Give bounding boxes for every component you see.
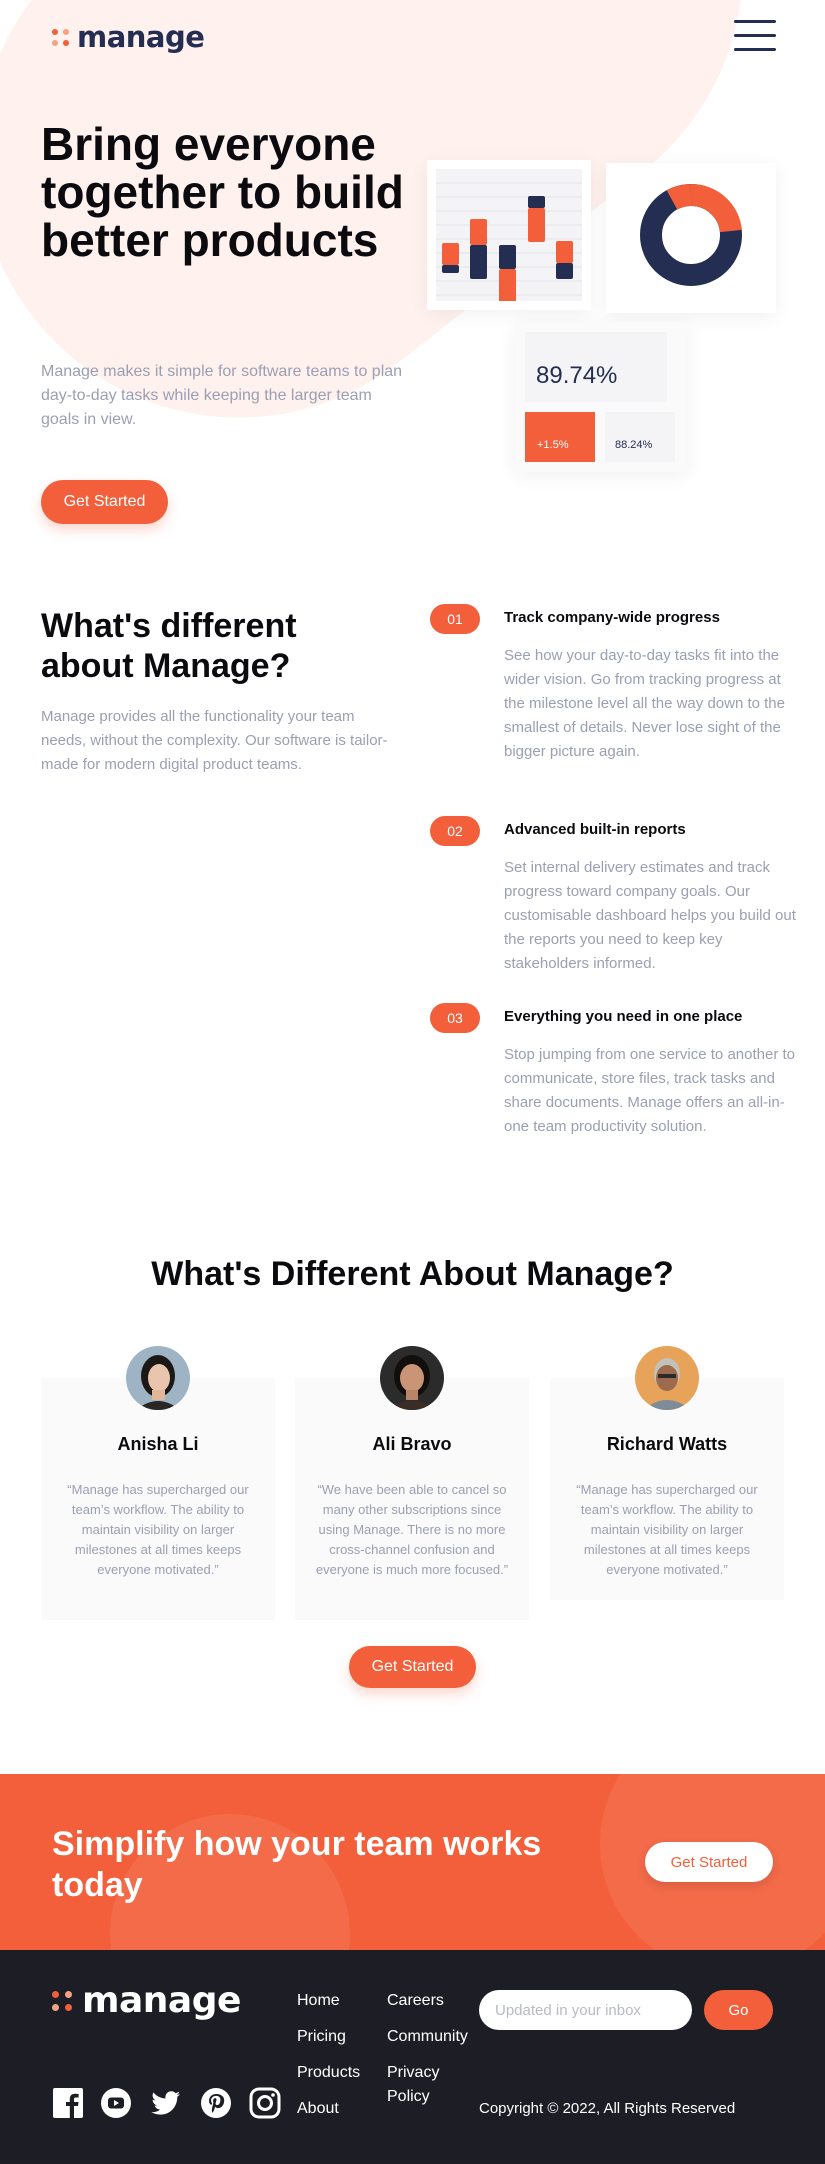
logo-text: manage xyxy=(77,20,205,54)
instagram-icon[interactable] xyxy=(249,2087,281,2119)
youtube-icon[interactable] xyxy=(100,2087,132,2119)
pinterest-icon[interactable] xyxy=(200,2087,232,2119)
footer-link-pricing[interactable]: Pricing xyxy=(297,2025,346,2049)
feature-text: Set internal delivery estimates and trac… xyxy=(504,859,796,972)
main-stat: 89.74% xyxy=(525,332,667,402)
main-stat-value: 89.74% xyxy=(536,362,618,389)
logo[interactable]: manage xyxy=(52,20,205,54)
testimonial-card: Ali Bravo “We have been able to cancel s… xyxy=(295,1346,529,1620)
feature-title: Advanced built-in reports xyxy=(504,821,686,838)
cta-title: Simplify how your team works today xyxy=(52,1825,542,1904)
testimonial-quote: “Manage has supercharged our team’s work… xyxy=(67,1482,249,1577)
testimonial-name: Anisha Li xyxy=(117,1434,199,1454)
donut-chart-card xyxy=(606,163,776,313)
feature-text: See how your day-to-day tasks fit into t… xyxy=(504,647,785,760)
footer-link-careers[interactable]: Careers xyxy=(387,1989,444,2013)
cta-get-started-button[interactable]: Get Started xyxy=(645,1842,773,1882)
hero-get-started-button[interactable]: Get Started xyxy=(41,480,168,524)
stats-card: 89.74% +1.5% 88.24% xyxy=(515,322,687,472)
secondary-stat: 88.24% xyxy=(605,412,675,462)
newsletter-go-button[interactable]: Go xyxy=(704,1990,773,2030)
cta-banner: Simplify how your team works today Get S… xyxy=(0,1774,825,1950)
footer-logo[interactable]: manage xyxy=(52,1980,241,2021)
bar-chart xyxy=(436,169,582,301)
logo-mark-icon xyxy=(52,28,69,46)
testimonial-name: Richard Watts xyxy=(606,1434,728,1454)
testimonials-title: What's Different About Manage? xyxy=(151,1255,674,1293)
footer-link-privacy-policy[interactable]: Privacy Policy xyxy=(387,2061,457,2109)
testimonial-name: Ali Bravo xyxy=(372,1434,452,1454)
copyright-text: Copyright © 2022, All Rights Reserved xyxy=(479,2100,736,2117)
hamburger-menu-icon[interactable] xyxy=(734,20,776,54)
footer-link-community[interactable]: Community xyxy=(387,2025,468,2049)
hero-title: Bring everyone together to build better … xyxy=(41,118,404,266)
facebook-icon[interactable] xyxy=(52,2087,84,2119)
testimonial-quote: “Manage has supercharged our team’s work… xyxy=(576,1482,758,1577)
hero-description: Manage makes it simple for software team… xyxy=(41,363,403,428)
change-stat: +1.5% xyxy=(525,412,595,462)
testimonial-card: Richard Watts “Manage has supercharged o… xyxy=(550,1346,784,1600)
footer-logo-text: manage xyxy=(82,1980,241,2021)
feature-title: Track company-wide progress xyxy=(504,609,720,626)
footer-link-home[interactable]: Home xyxy=(297,1989,340,2013)
change-stat-value: +1.5% xyxy=(537,439,569,451)
twitter-icon[interactable] xyxy=(150,2087,182,2119)
logo-mark-icon xyxy=(52,1990,72,2011)
avatar xyxy=(380,1346,444,1410)
bar-chart-graphic xyxy=(436,182,582,301)
testimonial-card: Anisha Li “Manage has supercharged our t… xyxy=(41,1346,275,1620)
feature-title: Everything you need in one place xyxy=(504,1008,743,1025)
testimonial-quote: “We have been able to cancel so many oth… xyxy=(315,1482,509,1577)
feature-number-badge: 02 xyxy=(430,816,480,846)
avatar xyxy=(635,1346,699,1410)
bar-chart-card xyxy=(427,160,591,310)
feature-number-badge: 01 xyxy=(430,604,480,634)
feature-text: Stop jumping from one service to another… xyxy=(504,1046,795,1135)
donut-chart-graphic xyxy=(640,183,742,286)
footer: manage Home Pricing Products About Caree… xyxy=(0,1950,825,2164)
feature-number-badge: 03 xyxy=(430,1003,480,1033)
testimonials-get-started-button[interactable]: Get Started xyxy=(349,1646,476,1688)
newsletter-email-input[interactable] xyxy=(479,1990,692,2030)
avatar xyxy=(126,1346,190,1410)
footer-link-products[interactable]: Products xyxy=(297,2061,360,2085)
header: manage xyxy=(0,0,825,80)
different-title: What's different about Manage? xyxy=(41,607,297,685)
footer-link-about[interactable]: About xyxy=(297,2097,339,2121)
different-description: Manage provides all the functionality yo… xyxy=(41,708,388,773)
secondary-stat-value: 88.24% xyxy=(615,439,653,451)
